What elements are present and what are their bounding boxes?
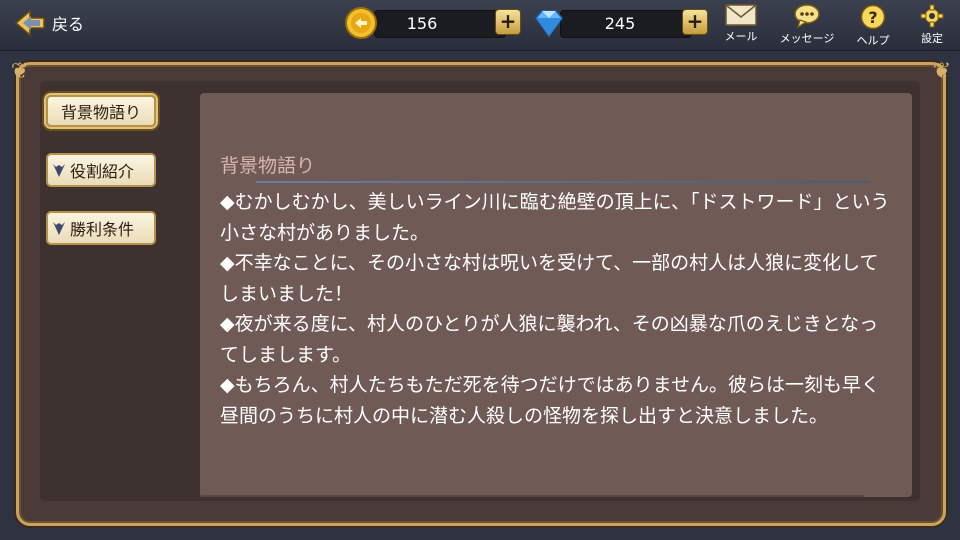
mail-label: メール bbox=[724, 30, 758, 43]
frame-ornament-icon: ❦ bbox=[10, 59, 30, 84]
tab-background-story[interactable]: 背景物語り bbox=[46, 95, 156, 127]
message-icon bbox=[794, 4, 820, 28]
help-icon: ? bbox=[860, 4, 886, 30]
panel-inner: 背景物語り 役割紹介 勝利条件 背景物語り ◆むかしむかし、美しいライン川に臨む… bbox=[40, 81, 920, 501]
gem-icon bbox=[535, 10, 563, 38]
mail-icon bbox=[725, 4, 757, 26]
settings-button[interactable]: 設定 bbox=[904, 4, 960, 48]
content-panel: 背景物語り ◆むかしむかし、美しいライン川に臨む絶壁の頂上に、「ドストワード」と… bbox=[200, 93, 912, 497]
title-divider bbox=[256, 181, 870, 183]
help-label: ヘルプ bbox=[856, 34, 890, 47]
top-bar: 戻る 156 + 245 + メール メッセージ ? ヘルプ 設定 bbox=[0, 0, 960, 51]
wolf-emblem-icon bbox=[53, 164, 65, 177]
gem-counter: 245 + bbox=[532, 8, 712, 38]
tab-label: 勝利条件 bbox=[70, 220, 135, 239]
back-label: 戻る bbox=[52, 15, 85, 34]
tab-role-intro[interactable]: 役割紹介 bbox=[46, 153, 156, 187]
content-title: 背景物語り bbox=[220, 155, 316, 177]
message-button[interactable]: メッセージ bbox=[772, 4, 842, 48]
back-arrow-icon bbox=[14, 9, 45, 37]
story-paragraph: ◆夜が来る度に、村人のひとりが人狼に襲われ、その凶暴な爪のえじきとなってしましま… bbox=[220, 313, 879, 366]
coin-counter: 156 + bbox=[344, 7, 524, 39]
svg-text:?: ? bbox=[868, 8, 877, 27]
add-coins-button[interactable]: + bbox=[495, 9, 521, 35]
content-scroll-edge bbox=[200, 495, 864, 497]
gem-value: 245 bbox=[604, 14, 636, 33]
story-paragraph: ◆むかしむかし、美しいライン川に臨む絶壁の頂上に、「ドストワード」という小さな村… bbox=[220, 191, 890, 244]
coin-icon bbox=[345, 7, 377, 39]
message-label: メッセージ bbox=[779, 32, 835, 45]
info-panel: ❦ ❦ 背景物語り 役割紹介 勝利条件 背景物語り ◆むかしむかし、美しいライン… bbox=[11, 59, 951, 526]
mail-button[interactable]: メール bbox=[706, 4, 776, 48]
tab-label: 背景物語り bbox=[60, 103, 141, 122]
story-paragraph: ◆不幸なことに、その小さな村は呪いを受けて、一部の村人は人狼に変化してしまいまし… bbox=[220, 252, 879, 305]
add-gems-button[interactable]: + bbox=[682, 9, 708, 35]
story-text: ◆むかしむかし、美しいライン川に臨む絶壁の頂上に、「ドストワード」という小さな村… bbox=[220, 187, 892, 431]
settings-icon bbox=[920, 4, 944, 28]
settings-label: 設定 bbox=[921, 32, 943, 45]
help-button[interactable]: ? ヘルプ bbox=[838, 4, 908, 48]
wolf-emblem-icon bbox=[53, 222, 65, 235]
back-button[interactable]: 戻る bbox=[14, 8, 84, 38]
tab-victory-conditions[interactable]: 勝利条件 bbox=[46, 211, 156, 245]
story-paragraph: ◆もちろん、村人たちもただ死を待つだけではありません。彼らは一刻も早く昼間のうち… bbox=[220, 374, 881, 427]
tab-label: 役割紹介 bbox=[70, 162, 135, 181]
frame-ornament-icon: ❦ bbox=[932, 59, 952, 84]
